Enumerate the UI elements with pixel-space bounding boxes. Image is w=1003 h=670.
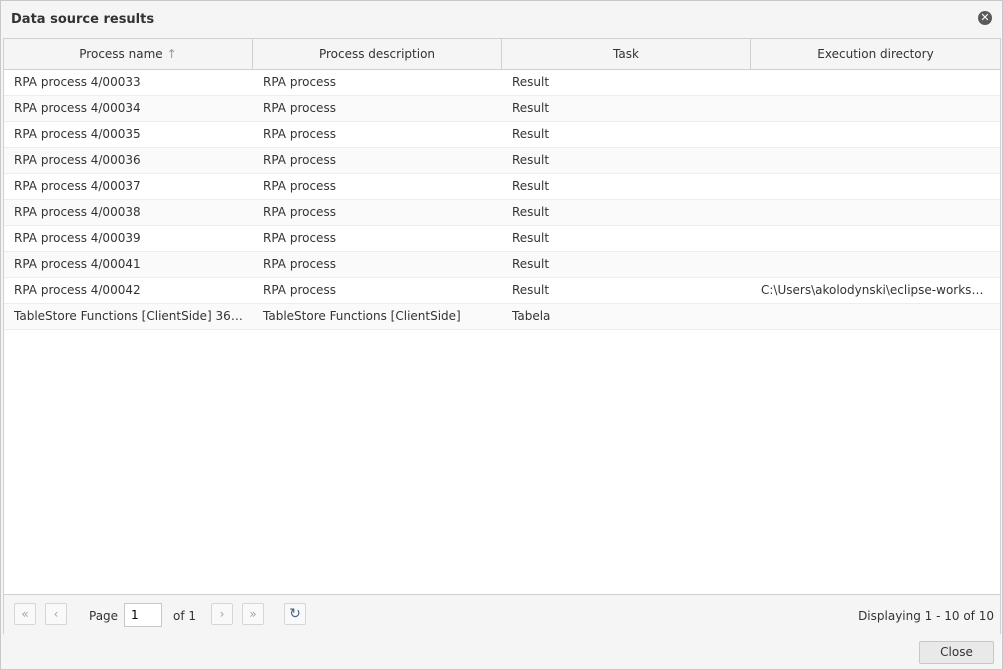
cell-execution-directory [751,226,1000,251]
column-header-task[interactable]: Task [502,39,751,69]
close-icon[interactable]: ✕ [978,11,992,25]
cell-execution-directory [751,252,1000,277]
cell-process-description: RPA process [263,283,336,297]
table-row[interactable]: RPA process 4/00038 RPA process Result [4,200,1000,226]
results-grid: Process name ↑ Process description Task E… [3,38,1001,634]
sort-ascending-icon: ↑ [166,47,177,61]
cell-execution-directory [751,174,1000,199]
cell-task: Result [512,153,550,167]
table-row[interactable]: RPA process 4/00033 RPA process Result [4,70,1000,96]
cell-process-description: RPA process [263,231,336,245]
cell-task: Result [512,205,550,219]
cell-task: Result [512,127,550,141]
refresh-icon[interactable]: ↻ [284,603,306,625]
last-page-icon[interactable]: » [242,603,264,625]
table-row[interactable]: RPA process 4/00042 RPA process Result C… [4,278,1000,304]
cell-process-name: RPA process 4/00041 [14,257,141,271]
grid-body: RPA process 4/00033 RPA process Result R… [4,70,1000,330]
cell-process-name: TableStore Functions [ClientSide] 36/... [14,309,247,323]
paging-toolbar: « ‹ Page of 1 › » ↻ Displaying 1 - 10 of… [4,594,1000,634]
cell-task: Tabela [512,309,551,323]
cell-process-name: RPA process 4/00038 [14,205,141,219]
cell-execution-directory [751,70,1000,95]
cell-process-description: TableStore Functions [ClientSide] [263,309,461,323]
page-count-label: of 1 [173,609,197,623]
table-row[interactable]: RPA process 4/00036 RPA process Result [4,148,1000,174]
cell-process-name: RPA process 4/00039 [14,231,141,245]
cell-task: Result [512,101,550,115]
grid-header: Process name ↑ Process description Task E… [4,39,1000,70]
first-page-icon[interactable]: « [14,603,36,625]
cell-process-description: RPA process [263,257,336,271]
cell-process-description: RPA process [263,127,336,141]
page-number-input[interactable] [124,603,162,627]
table-row[interactable]: RPA process 4/00035 RPA process Result [4,122,1000,148]
cell-execution-directory [751,200,1000,225]
cell-task: Result [512,75,550,89]
cell-execution-directory [751,122,1000,147]
column-header-label: Task [613,47,639,61]
cell-task: Result [512,231,550,245]
column-header-process-name[interactable]: Process name ↑ [4,39,253,69]
table-row[interactable]: RPA process 4/00037 RPA process Result [4,174,1000,200]
displaying-count: Displaying 1 - 10 of 10 [858,609,994,623]
cell-process-description: RPA process [263,179,336,193]
cell-process-name: RPA process 4/00042 [14,283,141,297]
column-header-process-description[interactable]: Process description [253,39,502,69]
cell-execution-directory [751,304,1000,329]
cell-process-name: RPA process 4/00036 [14,153,141,167]
dialog-title: Data source results [11,12,155,27]
table-row[interactable]: RPA process 4/00039 RPA process Result [4,226,1000,252]
column-header-execution-directory[interactable]: Execution directory [751,39,1000,69]
cell-task: Result [512,257,550,271]
column-header-label: Process name [79,47,163,61]
dialog-titlebar: Data source results ✕ [1,1,1002,37]
prev-page-icon[interactable]: ‹ [45,603,67,625]
cell-process-description: RPA process [263,205,336,219]
cell-process-name: RPA process 4/00035 [14,127,141,141]
cell-process-name: RPA process 4/00034 [14,101,141,115]
column-header-label: Process description [318,47,436,61]
cell-task: Result [512,283,550,297]
close-button[interactable]: Close [919,641,994,664]
table-row[interactable]: TableStore Functions [ClientSide] 36/...… [4,304,1000,330]
cell-execution-directory [751,96,1000,121]
cell-execution-directory: C:\Users\akolodynski\eclipse-workspa... [761,283,998,297]
page-label: Page [89,609,119,623]
cell-process-description: RPA process [263,75,336,89]
cell-task: Result [512,179,550,193]
column-header-label: Execution directory [817,47,934,61]
data-source-results-dialog: Data source results ✕ Process name ↑ Proc… [0,0,1003,670]
cell-process-description: RPA process [263,101,336,115]
cell-process-name: RPA process 4/00037 [14,179,141,193]
cell-process-description: RPA process [263,153,336,167]
table-row[interactable]: RPA process 4/00041 RPA process Result [4,252,1000,278]
cell-process-name: RPA process 4/00033 [14,75,141,89]
table-row[interactable]: RPA process 4/00034 RPA process Result [4,96,1000,122]
cell-execution-directory [751,148,1000,173]
next-page-icon[interactable]: › [211,603,233,625]
